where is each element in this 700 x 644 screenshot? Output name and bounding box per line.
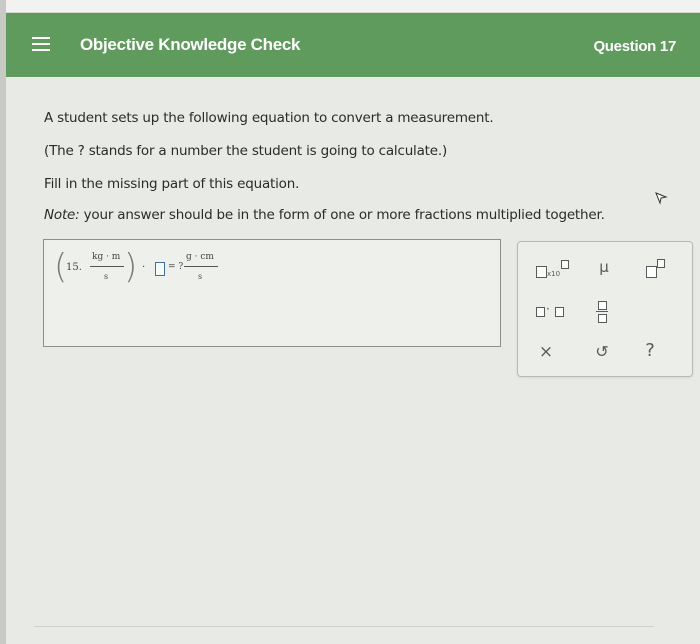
top-strip (6, 0, 700, 13)
multiply-button[interactable]: · (534, 302, 568, 320)
right-fraction-bar (184, 266, 218, 267)
mouse-cursor-icon (655, 192, 668, 205)
right-fraction-denominator: s (198, 272, 203, 281)
equation: ( 15. kg · m s ) · = ? g · cm s (54, 247, 254, 287)
help-button[interactable]: ? (640, 340, 660, 361)
note-text: your answer should be in the form of one… (83, 207, 605, 223)
x10-label: x10 (547, 270, 561, 278)
left-fraction-denominator: s (104, 272, 109, 281)
footer-divider (34, 626, 654, 627)
coefficient: 15. (66, 262, 82, 273)
numerator-box-icon (598, 301, 607, 310)
multiply-dot: · (142, 262, 146, 273)
missing-fraction-input[interactable] (155, 262, 165, 276)
fraction-button[interactable] (592, 300, 612, 324)
left-fraction-numerator: kg · m (92, 252, 121, 262)
right-fraction-numerator: g · cm (186, 252, 214, 262)
equals-unknown: = ? (168, 262, 184, 272)
dot-icon: · (546, 302, 550, 316)
prompt-line-2: (The ? stands for a number the student i… (44, 143, 448, 159)
denominator-box-icon (598, 314, 607, 323)
fraction-bar-icon (596, 311, 608, 312)
right-box-icon (555, 307, 564, 317)
right-paren: ) (124, 247, 138, 287)
mu-button[interactable]: μ (594, 258, 614, 276)
math-toolbox: x10 μ · × ↺ ? (517, 241, 693, 377)
base-box-icon (536, 266, 547, 278)
base-box-icon (646, 266, 657, 278)
menu-icon[interactable] (32, 37, 50, 51)
left-fraction-bar (90, 266, 124, 267)
answer-area[interactable]: ( 15. kg · m s ) · = ? g · cm s (43, 239, 501, 347)
exponent-box-icon (561, 260, 569, 269)
page: Objective Knowledge Check Question 17 A … (6, 0, 700, 644)
header-bar: Objective Knowledge Check Question 17 (6, 13, 700, 77)
note-label: Note: (44, 207, 80, 223)
prompt-line-3: Fill in the missing part of this equatio… (44, 176, 300, 192)
exponent-box-icon (657, 259, 665, 268)
clear-button[interactable]: × (536, 342, 556, 362)
undo-button[interactable]: ↺ (592, 342, 612, 361)
sci-notation-button[interactable]: x10 (534, 260, 578, 280)
superscript-button[interactable] (644, 258, 674, 278)
question-number: Question 17 (593, 38, 676, 55)
left-box-icon (536, 307, 545, 317)
prompt-note: Note: your answer should be in the form … (44, 207, 605, 223)
prompt-line-1: A student sets up the following equation… (44, 110, 494, 126)
question-content: A student sets up the following equation… (6, 77, 700, 644)
page-title: Objective Knowledge Check (80, 35, 301, 54)
